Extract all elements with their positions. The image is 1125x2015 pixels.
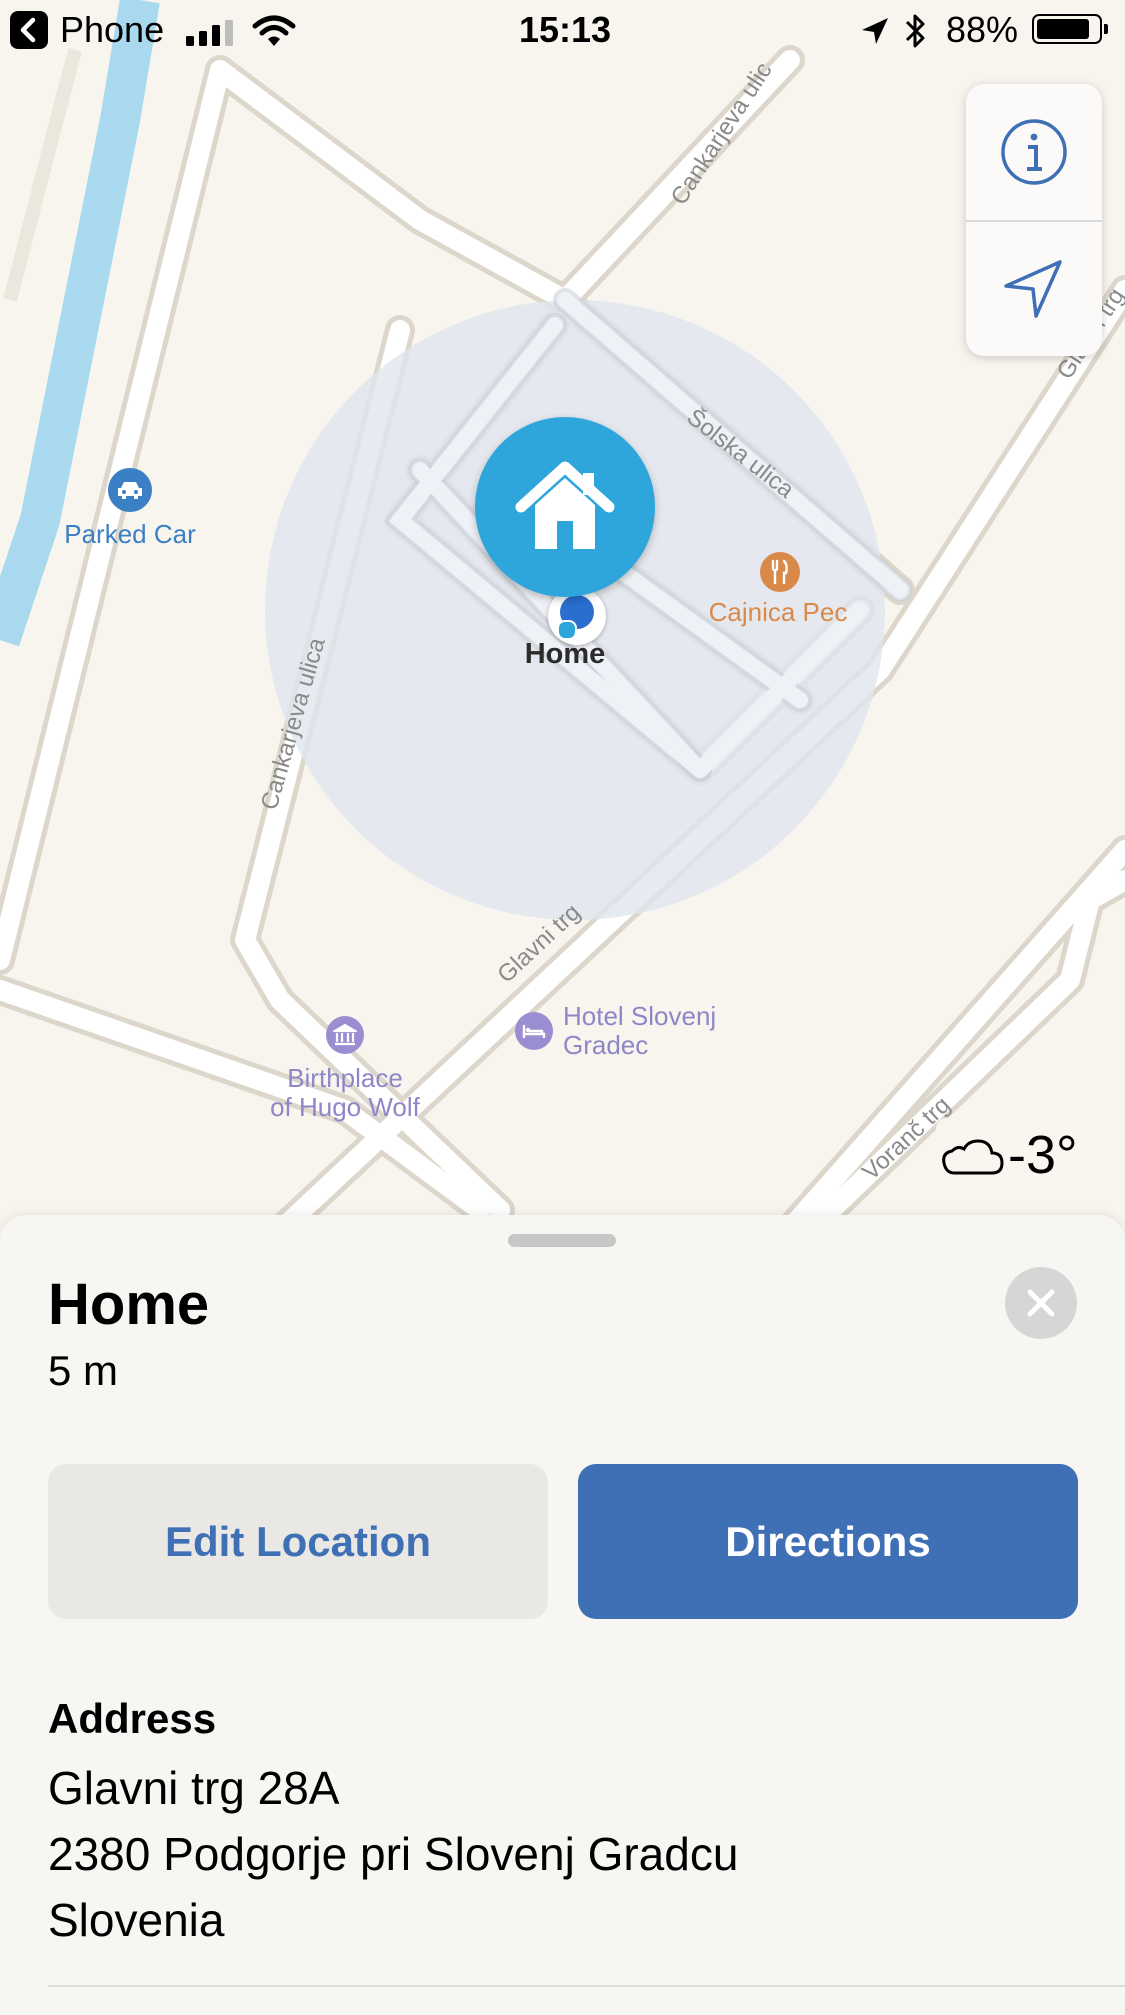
close-icon xyxy=(1027,1289,1055,1317)
home-pin-tail-dot xyxy=(557,620,577,640)
battery-percentage: 88% xyxy=(946,9,1019,50)
back-chevron-icon xyxy=(10,11,48,49)
cajnica-poi[interactable] xyxy=(760,552,800,592)
place-card: Home 5 m Edit Location Directions Addres… xyxy=(0,1215,1125,2015)
edit-location-button[interactable]: Edit Location xyxy=(48,1464,548,1619)
address-line-country: Slovenia xyxy=(48,1894,225,1946)
back-app-label: Phone xyxy=(60,9,165,50)
navigation-arrow-icon xyxy=(1004,260,1062,318)
tracking-button[interactable] xyxy=(966,220,1102,356)
battery-level-fill xyxy=(1037,19,1090,39)
birthplace-label-line1: Birthplace xyxy=(287,1063,403,1093)
home-pin[interactable] xyxy=(475,417,655,597)
bluetooth-icon xyxy=(905,14,925,48)
battery-cap xyxy=(1104,24,1108,34)
weather-indicator: -3° xyxy=(936,1118,1096,1192)
address-block[interactable]: Glavni trg 28A 2380 Podgorje pri Slovenj… xyxy=(48,1755,738,1953)
bed-icon xyxy=(522,1025,546,1038)
close-button[interactable] xyxy=(1005,1267,1077,1339)
birthplace-label-line2: of Hugo Wolf xyxy=(270,1092,420,1122)
status-time: 15:13 xyxy=(518,9,612,50)
info-button[interactable] xyxy=(966,84,1102,220)
birthplace-poi[interactable] xyxy=(326,1016,364,1054)
address-line-street: Glavni trg 28A xyxy=(48,1762,340,1814)
location-arrow-icon xyxy=(862,18,888,44)
back-to-app-button[interactable]: Phone xyxy=(10,8,164,52)
hotel-label-line1: Hotel Slovenj xyxy=(563,1001,717,1031)
hotel-poi[interactable] xyxy=(515,1012,553,1050)
museum-icon xyxy=(333,1024,357,1046)
cellular-signal-icon xyxy=(186,20,233,46)
fork-knife-icon xyxy=(771,559,788,585)
hotel-label: Hotel Slovenj Gradec xyxy=(563,1002,716,1060)
address-header: Address xyxy=(48,1695,217,1742)
address-divider xyxy=(48,1985,1125,1987)
place-distance: 5 m xyxy=(48,1347,119,1394)
home-pin-label: Home xyxy=(524,638,606,670)
parked-car-poi[interactable] xyxy=(108,468,152,512)
car-icon xyxy=(118,482,142,499)
cajnica-label: Cajnica Pec xyxy=(708,597,848,627)
sheet-grabber[interactable] xyxy=(508,1234,616,1247)
directions-button[interactable]: Directions xyxy=(578,1464,1078,1619)
address-line-city: 2380 Podgorje pri Slovenj Gradcu xyxy=(48,1828,739,1880)
cloud-icon xyxy=(942,1139,1004,1175)
wifi-icon xyxy=(252,15,296,46)
battery-icon xyxy=(1032,14,1108,44)
map-controls xyxy=(966,84,1102,356)
house-icon xyxy=(515,461,615,549)
status-bar: Phone 15:13 88% xyxy=(0,0,1125,60)
birthplace-label: Birthplace of Hugo Wolf xyxy=(240,1064,450,1122)
place-title: Home xyxy=(48,1272,210,1337)
weather-temperature: -3° xyxy=(1008,1125,1078,1185)
parked-car-label: Parked Car xyxy=(64,519,196,549)
hotel-label-line2: Gradec xyxy=(563,1030,649,1060)
info-icon xyxy=(1001,119,1067,185)
